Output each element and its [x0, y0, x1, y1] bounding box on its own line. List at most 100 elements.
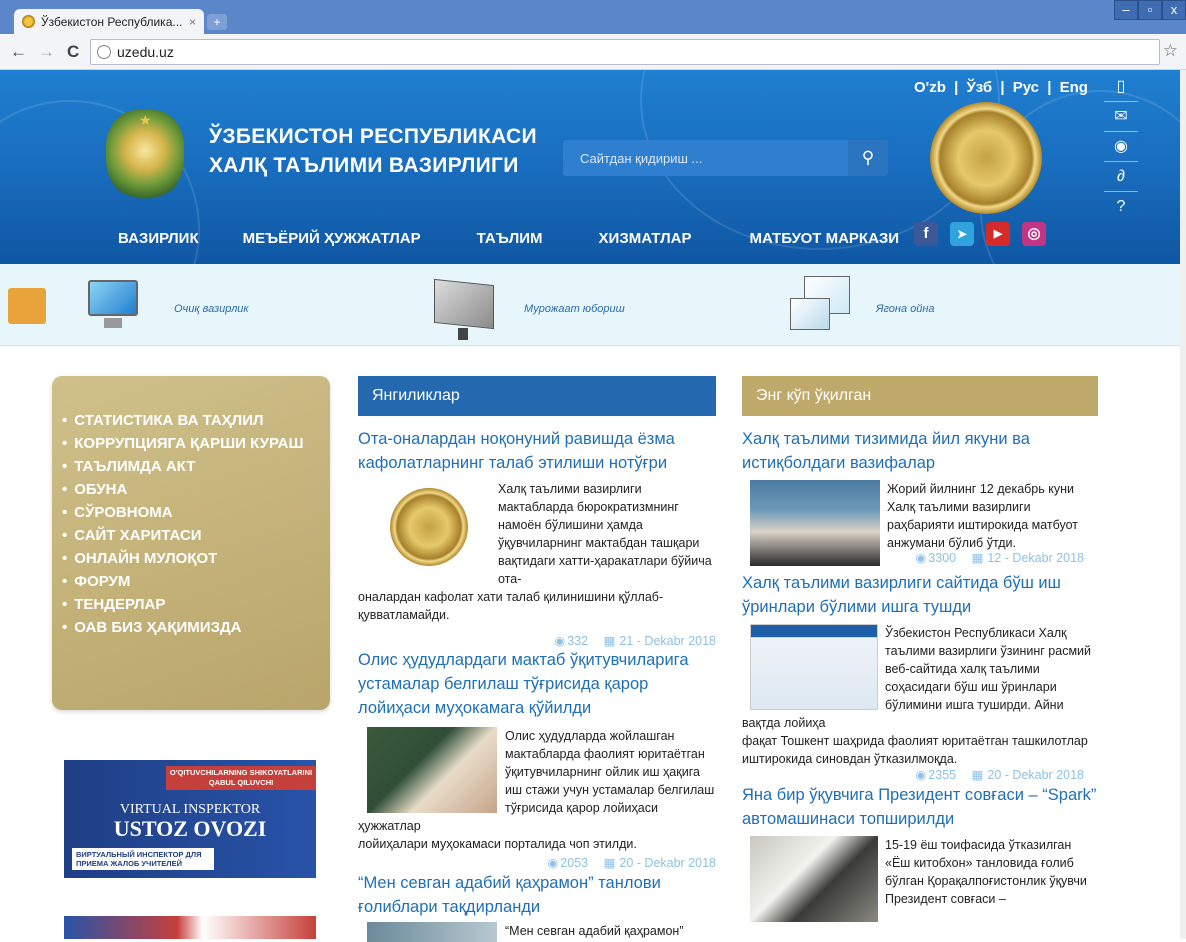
new-tab-button[interactable]: + — [207, 14, 227, 30]
left-menu-item[interactable]: ТАЪЛИМДА АКТ — [62, 455, 330, 478]
news-title[interactable]: Олис ҳудудлардаги мактаб ўқитувчиларига … — [358, 648, 716, 720]
popular-date: 12 - Dekabr 2018 — [987, 551, 1084, 565]
url-text: uzedu.uz — [117, 44, 174, 60]
quicklink-open-ministry[interactable]: Очиқ вазирлик — [174, 303, 249, 315]
left-menu-item[interactable]: ФОРУМ — [62, 570, 330, 593]
accessibility-toolbar: ▯ ✉ ◉ ∂ ? — [1104, 72, 1138, 222]
browser-toolbar: ← → C uzedu.uz ☆ — [0, 34, 1186, 70]
ministry-seal-logo — [930, 102, 1042, 214]
minimize-button[interactable]: – — [1114, 0, 1138, 20]
maximize-button[interactable]: ▫ — [1138, 0, 1162, 20]
popular-excerpt-rest: фақат Тошкент шаҳрида фаолият юритаётган… — [742, 734, 1088, 766]
news-title[interactable]: Ота-оналардан ноқонуний равишда ёзма каф… — [358, 427, 716, 475]
popular-thumbnail[interactable] — [750, 836, 878, 922]
reload-icon[interactable]: C — [67, 42, 79, 62]
popular-title[interactable]: Яна бир ўқувчига Президент совғаси – “Sp… — [742, 783, 1098, 831]
news-excerpt-rest: оналардан кафолат хати талаб қилинишини … — [358, 590, 664, 622]
nav-item-normative-docs[interactable]: МЕЪЁРИЙ ҲУЖЖАТЛАР — [243, 230, 421, 247]
left-menu-item[interactable]: СТАТИСТИКА ВА ТАҲЛИЛ — [62, 409, 330, 432]
lang-separator: | — [1000, 79, 1005, 96]
search-input[interactable] — [563, 140, 848, 176]
news-thumbnail[interactable] — [367, 727, 497, 813]
quicklink-send-appeal[interactable]: Мурожаат юбориш — [524, 303, 625, 315]
page-info-icon[interactable] — [97, 45, 111, 59]
search-icon[interactable]: ⚲ — [848, 140, 888, 176]
popular-meta: ◉ 2355 ▦ 20 - Dekabr 2018 — [742, 767, 1098, 782]
help-icon[interactable]: ? — [1104, 192, 1138, 222]
news-title[interactable]: “Мен севган адабий қаҳрамон” танлови ғол… — [358, 871, 716, 919]
calendar-icon: ▦ — [603, 856, 616, 870]
language-switcher: O'zb | Ўзб | Рус | Eng — [912, 79, 1090, 96]
left-menu-item[interactable]: ОНЛАЙН МУЛОҚОТ — [62, 547, 330, 570]
mail-envelope-icon[interactable] — [430, 278, 500, 340]
site-title[interactable]: ЎЗБЕКИСТОН РЕСПУБЛИКАСИ ХАЛҚ ТАЪЛИМИ ВАЗ… — [209, 122, 537, 180]
nav-item-education[interactable]: ТАЪЛИМ — [477, 230, 543, 247]
people-icon[interactable] — [8, 288, 46, 324]
link-icon[interactable]: ∂ — [1104, 162, 1138, 192]
popular-body: Жорий йилнинг 12 декабрь куни Халқ таъли… — [742, 480, 1098, 566]
facebook-icon[interactable]: f — [914, 222, 938, 246]
browser-titlebar: Ўзбекистон Республика... × + – ▫ x — [0, 0, 1186, 34]
forward-icon[interactable]: → — [38, 42, 55, 62]
tab-title: Ўзбекистон Республика... — [41, 14, 183, 29]
news-item: Ота-оналардан ноқонуний равишда ёзма каф… — [358, 427, 716, 648]
news-column: Янгиликлар Ота-оналардан ноқонуний равиш… — [358, 376, 716, 942]
eye-icon[interactable]: ◉ — [1104, 132, 1138, 162]
news-meta: ◉ 332 ▦ 21 - Dekabr 2018 — [358, 633, 716, 648]
calendar-icon: ▦ — [603, 634, 616, 648]
lang-en[interactable]: Eng — [1060, 79, 1088, 96]
mail-icon[interactable]: ✉ — [1104, 102, 1138, 132]
single-window-icon[interactable] — [786, 276, 858, 336]
lang-separator: | — [1047, 79, 1052, 96]
popular-body: 15-19 ёш тоифасида ўтказилган «Ёш китобх… — [742, 836, 1098, 922]
nav-item-press-center[interactable]: МАТБУОТ МАРКАЗИ — [749, 230, 899, 247]
views-icon: ◉ — [915, 768, 927, 782]
second-banner[interactable] — [64, 916, 316, 939]
views-icon: ◉ — [915, 551, 927, 565]
news-body: Халқ таълими вазирлиги мактабларда бюрок… — [358, 480, 716, 624]
popular-title[interactable]: Халқ таълими вазирлиги сайтида бўш иш ўр… — [742, 571, 1098, 619]
left-menu: СТАТИСТИКА ВА ТАҲЛИЛ КОРРУПЦИЯГА ҚАРШИ К… — [52, 376, 330, 710]
calendar-icon: ▦ — [971, 768, 984, 782]
lang-ru[interactable]: Рус — [1013, 79, 1039, 96]
bookmark-star-icon[interactable]: ☆ — [1163, 41, 1178, 61]
tab-close-icon[interactable]: × — [189, 15, 196, 29]
nav-item-ministry[interactable]: ВАЗИРЛИК — [118, 230, 199, 247]
back-icon[interactable]: ← — [10, 42, 27, 62]
lang-uz-latin[interactable]: O'zb — [914, 79, 946, 96]
lang-uz-cyrillic[interactable]: Ўзб — [966, 79, 992, 96]
left-menu-item[interactable]: КОРРУПЦИЯГА ҚАРШИ КУРАШ — [62, 432, 330, 455]
page-scrollbar[interactable] — [1180, 70, 1186, 939]
popular-title[interactable]: Халқ таълими тизимида йил якуни ва истиқ… — [742, 427, 1098, 475]
mobile-icon[interactable]: ▯ — [1104, 72, 1138, 102]
quicklink-single-window[interactable]: Ягона ойна — [876, 303, 935, 315]
news-thumbnail[interactable] — [367, 922, 497, 942]
views-count: 2355 — [928, 768, 957, 782]
browser-tab[interactable]: Ўзбекистон Республика... × — [14, 9, 204, 34]
instagram-icon[interactable]: ◎ — [1022, 222, 1046, 246]
left-menu-item[interactable]: САЙТ ХАРИТАСИ — [62, 524, 330, 547]
popular-thumbnail[interactable] — [750, 624, 878, 710]
computer-icon[interactable] — [82, 274, 140, 334]
left-menu-item[interactable]: СЎРОВНОМА — [62, 501, 330, 524]
popular-column: Энг кўп ўқилган Халқ таълими тизимида йи… — [742, 376, 1098, 922]
popular-item: Халқ таълими вазирлиги сайтида бўш иш ўр… — [742, 571, 1098, 782]
popular-date: 20 - Dekabr 2018 — [987, 768, 1084, 782]
lang-separator: | — [954, 79, 959, 96]
popular-thumbnail[interactable] — [750, 480, 880, 566]
site-title-line2: ХАЛҚ ТАЪЛИМИ ВАЗИРЛИГИ — [209, 154, 519, 177]
nav-item-services[interactable]: ХИЗМАТЛАР — [599, 230, 692, 247]
left-menu-item[interactable]: ОБУНА — [62, 478, 330, 501]
popular-item: Яна бир ўқувчига Президент совғаси – “Sp… — [742, 783, 1098, 922]
telegram-icon[interactable]: ➤ — [950, 222, 974, 246]
left-menu-item[interactable]: ОАВ БИЗ ҲАҚИМИЗДА — [62, 616, 330, 639]
left-menu-item[interactable]: ТЕНДЕРЛАР — [62, 593, 330, 616]
social-links: f ➤ ▶ ◎ — [914, 222, 1058, 246]
address-bar[interactable]: uzedu.uz — [90, 39, 1160, 65]
close-window-button[interactable]: x — [1162, 0, 1186, 20]
ustoz-ovozi-banner[interactable]: O'QITUVCHILARNING SHIKOYATLARINI QABUL Q… — [64, 760, 316, 878]
site-header: ★ ЎЗБЕКИСТОН РЕСПУБЛИКАСИ ХАЛҚ ТАЪЛИМИ В… — [0, 70, 1186, 264]
youtube-icon[interactable]: ▶ — [986, 222, 1010, 246]
news-thumbnail[interactable] — [358, 480, 498, 588]
news-excerpt-rest: лойиҳалари муҳокамаси порталида чоп этил… — [358, 837, 637, 851]
